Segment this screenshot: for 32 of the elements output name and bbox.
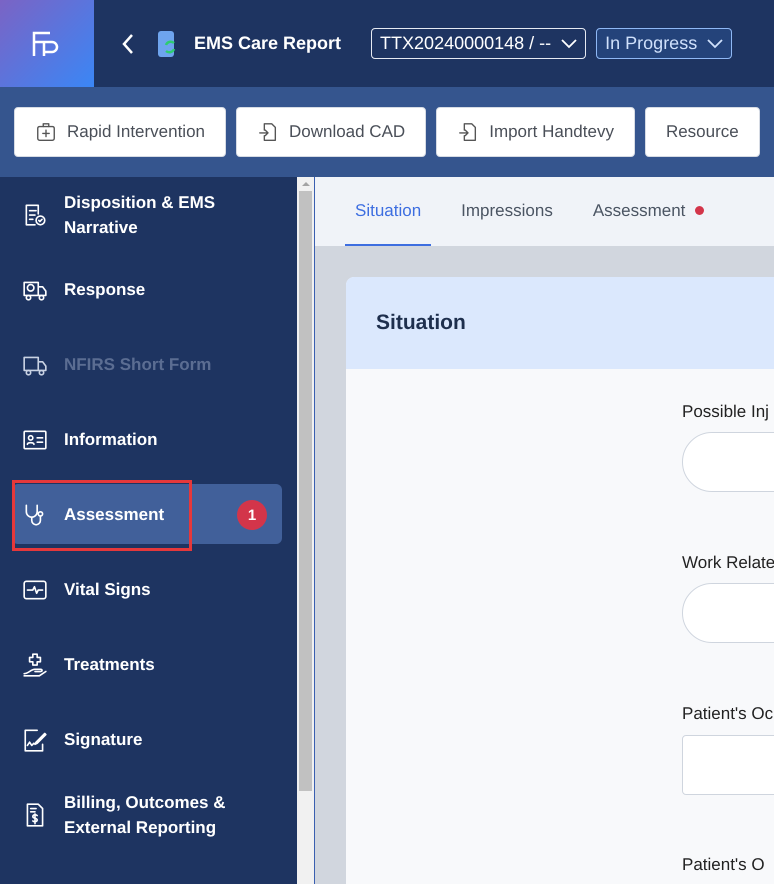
sidebar-item[interactable]: Vital Signs: [64, 577, 151, 602]
hand-cross-icon: [22, 652, 48, 678]
toolbar-button[interactable]: Download CAD: [236, 107, 426, 157]
chevron-down-icon: [561, 38, 578, 48]
sidebar-item[interactable]: Information: [64, 427, 158, 452]
sidebar-item[interactable]: Treatments: [64, 652, 155, 677]
field-label: Patient's O: [682, 855, 766, 875]
toolbar-button[interactable]: Resource: [644, 107, 760, 157]
tab[interactable]: Impressions: [451, 177, 563, 246]
field-label: Patient's Oc: [682, 704, 774, 724]
signature-icon: [22, 726, 48, 752]
toolbar-button[interactable]: Import Handtevy: [436, 107, 635, 157]
field-label: Possible Inj: [682, 402, 770, 422]
sidebar-item-highlight[interactable]: [12, 484, 282, 544]
status-dropdown[interactable]: In Progress: [596, 28, 732, 59]
tab[interactable]: Assessment: [582, 177, 714, 246]
toolbar-button[interactable]: Rapid Intervention: [14, 107, 226, 157]
sidebar-item[interactable]: Assessment: [64, 502, 164, 527]
sidebar-item[interactable]: Response: [64, 277, 146, 302]
scrollbar[interactable]: [297, 177, 314, 884]
report-title: EMS Care Report: [194, 33, 342, 54]
chevron-down-icon: [707, 38, 724, 48]
first-aid-kit-icon: [35, 121, 57, 143]
file-import-icon: [256, 121, 279, 143]
tab[interactable]: Situation: [345, 177, 432, 246]
sidebar-item[interactable]: Signature: [64, 727, 142, 752]
sidebar-item[interactable]: Billing, Outcomes & External Reporting: [64, 790, 239, 840]
incident-dropdown[interactable]: TTX20240000148 / --: [371, 28, 586, 59]
back-button[interactable]: [120, 32, 136, 56]
card-title: Situation: [376, 311, 466, 335]
scroll-up-arrow-icon[interactable]: [302, 182, 310, 186]
sidebar-item[interactable]: Disposition & EMS Narrative: [64, 190, 239, 240]
